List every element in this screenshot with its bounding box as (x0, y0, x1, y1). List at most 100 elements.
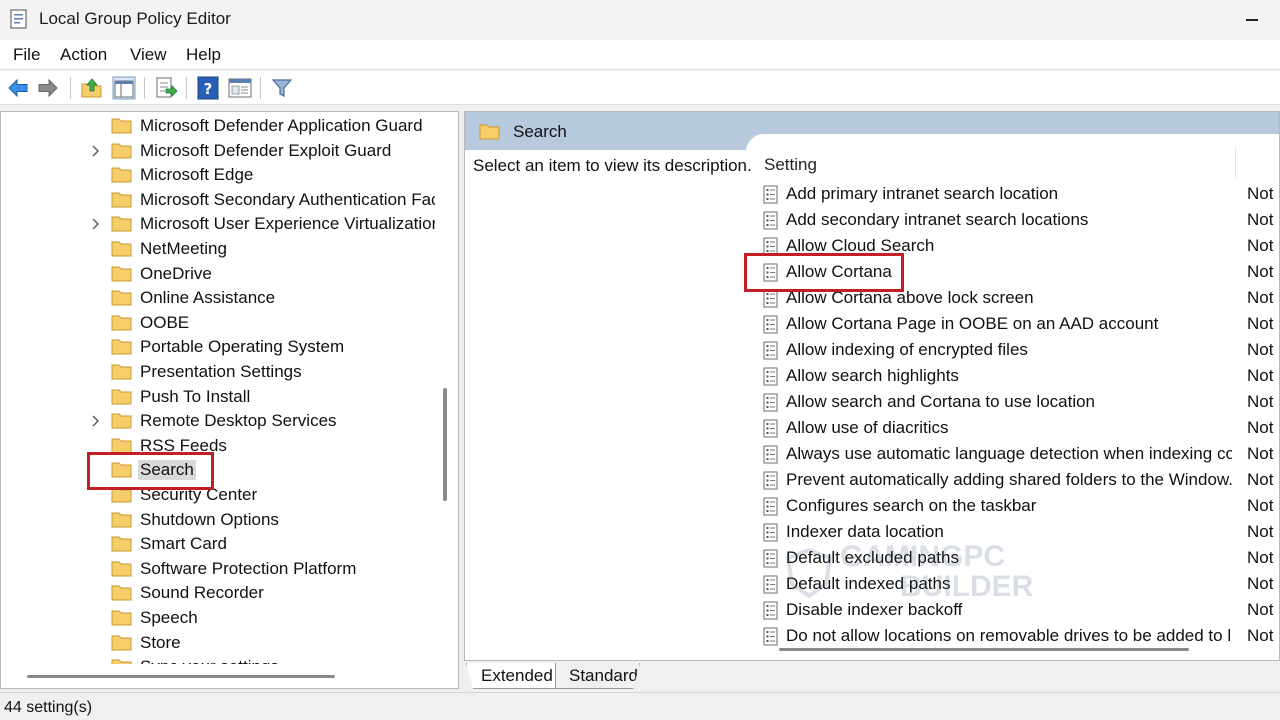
setting-name: Indexer data location (786, 522, 944, 541)
properties-icon[interactable] (228, 76, 252, 100)
folder-icon (111, 315, 132, 331)
tree-item-label: Presentation Settings (140, 362, 302, 381)
setting-name: Allow search highlights (786, 366, 959, 385)
folder-icon (111, 659, 132, 664)
export-list-icon[interactable] (154, 76, 178, 100)
setting-name: Allow use of diacritics (786, 418, 949, 437)
menu-file[interactable]: File (13, 45, 40, 65)
tree-item[interactable]: Online Assistance (1, 286, 435, 310)
tree-item[interactable]: OneDrive (1, 262, 435, 286)
tree-item[interactable]: Sync your settings (1, 655, 435, 664)
tree-item[interactable]: Speech (1, 606, 435, 630)
setting-state: Not (1247, 418, 1274, 437)
setting-row[interactable]: Do not allow locations on removable driv… (761, 624, 1279, 650)
setting-row[interactable]: Add secondary intranet search locations N… (761, 208, 1279, 234)
tree-item[interactable]: Microsoft Secondary Authentication Fact (1, 188, 435, 212)
up-folder-icon[interactable] (80, 76, 104, 100)
tree-item[interactable]: Microsoft Defender Exploit Guard (1, 139, 435, 163)
setting-row[interactable]: Prevent automatically adding shared fold… (761, 468, 1279, 494)
tree-item-label: Sound Recorder (140, 583, 264, 603)
folder-icon (111, 364, 132, 380)
console-tree-pane: Microsoft Defender Application Guard Micr… (0, 111, 459, 689)
tree-item-label: Shutdown Options (140, 509, 279, 529)
tree-item[interactable]: Shutdown Options (1, 508, 435, 532)
policy-setting-icon (763, 575, 778, 594)
tree-item[interactable]: NetMeeting (1, 237, 435, 261)
tree-item[interactable]: Portable Operating System (1, 335, 435, 359)
tree-item[interactable]: Microsoft Defender Application Guard (1, 114, 435, 138)
tree-item[interactable]: Security Center (1, 483, 435, 507)
policy-setting-icon (763, 419, 778, 438)
setting-state: Not (1247, 574, 1274, 593)
status-bar: 44 setting(s) (0, 692, 1280, 720)
tree-item[interactable]: OOBE (1, 311, 435, 335)
setting-row[interactable]: Allow Cortana Page in OOBE on an AAD acc… (761, 312, 1279, 338)
column-separator[interactable] (1235, 148, 1236, 178)
folder-icon (111, 339, 132, 355)
setting-name: Add primary intranet search location (786, 184, 1059, 203)
chevron-right-icon[interactable] (91, 145, 100, 157)
policy-setting-icon (763, 393, 778, 412)
setting-row[interactable]: Allow search and Cortana to use location… (761, 390, 1279, 416)
tree-item-label: Microsoft Edge (140, 165, 254, 185)
column-header-setting[interactable]: Setting (764, 155, 817, 175)
tree-item[interactable]: Search (1, 458, 435, 482)
tree-item[interactable]: Remote Desktop Services (1, 409, 435, 433)
folder-icon (111, 413, 132, 429)
back-arrow-icon[interactable] (6, 76, 30, 100)
setting-state: Not (1247, 470, 1274, 489)
forward-arrow-icon[interactable] (36, 76, 60, 100)
menu-bar: File Action View Help (0, 40, 1280, 70)
status-text: 44 setting(s) (4, 699, 93, 716)
description-text: Select an item to view its description. (473, 156, 752, 175)
tree-vertical-scrollbar[interactable] (443, 388, 447, 501)
tree-horizontal-scrollbar[interactable] (27, 675, 335, 678)
tree-item[interactable]: Software Protection Platform (1, 557, 435, 581)
tree-item[interactable]: Microsoft User Experience Virtualization (1, 212, 435, 236)
view-tabs: Standard Extended (464, 661, 1280, 689)
folder-icon (111, 561, 132, 577)
show-hide-tree-icon[interactable] (112, 76, 136, 100)
folder-icon (111, 389, 132, 405)
setting-state: Not (1247, 314, 1274, 333)
setting-state: Not (1247, 262, 1274, 281)
menu-help[interactable]: Help (186, 45, 221, 65)
setting-state: Not (1247, 236, 1274, 255)
folder-icon (111, 118, 132, 134)
settings-horizontal-scrollbar[interactable] (779, 648, 1189, 651)
tree-item[interactable]: Sound Recorder (1, 581, 435, 605)
tree-item[interactable]: Microsoft Edge (1, 163, 435, 187)
setting-name: Do not allow locations on removable driv… (786, 626, 1232, 645)
setting-row[interactable]: Always use automatic language detection … (761, 442, 1279, 468)
setting-row[interactable]: Configures search on the taskbar Not (761, 494, 1279, 520)
tree-item[interactable]: RSS Feeds (1, 434, 435, 458)
tab-standard[interactable]: Standard (554, 663, 640, 689)
menu-view[interactable]: View (130, 45, 167, 65)
toolbar-separator (186, 77, 187, 99)
tree-item[interactable]: Store (1, 631, 435, 655)
setting-row[interactable]: Allow use of diacritics Not (761, 416, 1279, 442)
filter-icon[interactable] (270, 76, 294, 100)
minimize-button[interactable] (1238, 8, 1268, 32)
setting-row[interactable]: Allow search highlights Not (761, 364, 1279, 390)
menu-action[interactable]: Action (60, 45, 107, 65)
help-icon[interactable]: ? (196, 76, 220, 100)
tree-item[interactable]: Smart Card (1, 532, 435, 556)
setting-name: Allow search and Cortana to use location (786, 392, 1096, 411)
tree-item[interactable]: Push To Install (1, 385, 435, 409)
setting-row[interactable]: Allow indexing of encrypted files Not (761, 338, 1279, 364)
policy-setting-icon (763, 367, 778, 386)
tree-item-label: NetMeeting (140, 239, 227, 258)
policy-setting-icon (763, 497, 778, 516)
chevron-right-icon[interactable] (91, 415, 100, 427)
policy-setting-icon (763, 211, 778, 230)
setting-name: Add secondary intranet search locations (786, 210, 1089, 229)
tree-item-label: Speech (140, 608, 198, 627)
setting-state: Not (1247, 184, 1274, 203)
chevron-right-icon[interactable] (91, 218, 100, 230)
folder-icon (111, 610, 132, 626)
tab-extended[interactable]: Extended (466, 663, 556, 689)
tree-item-label: OOBE (140, 312, 190, 332)
tree-item[interactable]: Presentation Settings (1, 360, 435, 384)
setting-row[interactable]: Add primary intranet search location Not (761, 182, 1279, 208)
